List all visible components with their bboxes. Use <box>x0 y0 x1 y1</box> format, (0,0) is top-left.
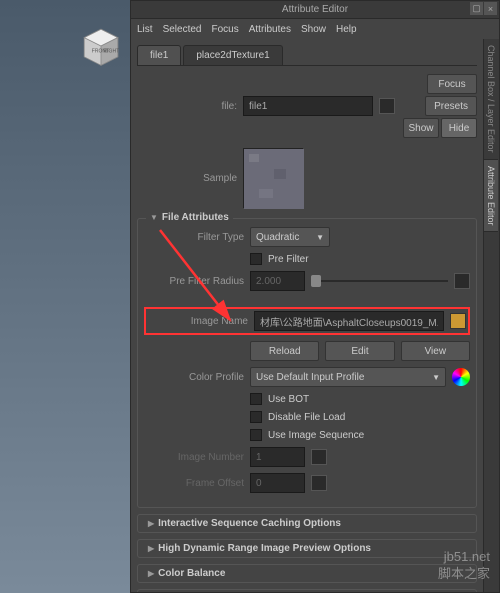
section-hdr[interactable]: High Dynamic Range Image Preview Options <box>137 539 477 558</box>
use-image-sequence-checkbox[interactable] <box>250 429 262 441</box>
reload-button[interactable]: Reload <box>250 341 319 361</box>
tab-place2dtexture1[interactable]: place2dTexture1 <box>183 45 282 65</box>
menu-show[interactable]: Show <box>301 24 326 35</box>
file-input[interactable] <box>243 96 373 116</box>
image-number-label: Image Number <box>144 452 244 463</box>
tab-file1[interactable]: file1 <box>137 45 181 65</box>
menu-selected[interactable]: Selected <box>163 24 202 35</box>
edit-button[interactable]: Edit <box>325 341 394 361</box>
window-title: Attribute Editor <box>282 4 348 15</box>
vtab-attribute-editor[interactable]: Attribute Editor <box>484 160 498 233</box>
sample-label: Sample <box>137 173 237 184</box>
pre-filter-label: Pre Filter <box>268 254 309 265</box>
window-undock-icon[interactable]: ▢ <box>470 2 483 15</box>
image-name-input[interactable] <box>254 311 444 331</box>
frame-offset-input <box>250 473 305 493</box>
node-tabs: file1 place2dTexture1 <box>137 45 477 66</box>
menu-list[interactable]: List <box>137 24 153 35</box>
menu-focus[interactable]: Focus <box>211 24 238 35</box>
use-bot-checkbox[interactable] <box>250 393 262 405</box>
hide-button[interactable]: Hide <box>441 118 477 138</box>
window-close-icon[interactable]: × <box>484 2 497 15</box>
color-wheel-icon[interactable] <box>452 368 470 386</box>
focus-button[interactable]: Focus <box>427 74 477 94</box>
pre-filter-radius-label: Pre Filter Radius <box>144 276 244 287</box>
section-iscaching[interactable]: Interactive Sequence Caching Options <box>137 514 477 533</box>
connection-icon[interactable] <box>311 449 327 465</box>
color-profile-label: Color Profile <box>144 372 244 383</box>
annotation-highlight: Image Name <box>144 307 470 335</box>
menu-bar: List Selected Focus Attributes Show Help <box>131 19 499 39</box>
presets-button[interactable]: Presets <box>425 96 477 116</box>
file-label: file: <box>137 101 237 112</box>
color-profile-select[interactable]: Use Default Input Profile▼ <box>250 367 446 387</box>
section-header-file-attributes[interactable]: File Attributes <box>146 212 233 223</box>
folder-browse-icon[interactable] <box>450 313 466 329</box>
side-tabs: Channel Box / Layer Editor Attribute Edi… <box>483 39 499 592</box>
filter-type-label: Filter Type <box>144 232 244 243</box>
pre-filter-radius-slider[interactable] <box>311 280 448 282</box>
filter-type-select[interactable]: Quadratic▼ <box>250 227 330 247</box>
view-button[interactable]: View <box>401 341 470 361</box>
file-node-icon[interactable] <box>379 98 395 114</box>
file-attributes-section: File Attributes Filter Type Quadratic▼ P… <box>137 218 477 508</box>
window-titlebar: Attribute Editor ▢ × <box>131 1 499 19</box>
image-number-input <box>250 447 305 467</box>
attribute-editor-panel: Attribute Editor ▢ × List Selected Focus… <box>130 0 500 593</box>
pre-filter-checkbox[interactable] <box>250 253 262 265</box>
vtab-channel-box[interactable]: Channel Box / Layer Editor <box>484 39 498 160</box>
frame-offset-label: Frame Offset <box>144 478 244 489</box>
main-content: file1 place2dTexture1 file: Focus Preset… <box>131 39 483 592</box>
svg-text:RIGHT: RIGHT <box>104 49 120 55</box>
menu-attributes[interactable]: Attributes <box>249 24 291 35</box>
pre-filter-radius-input <box>250 271 305 291</box>
show-button[interactable]: Show <box>403 118 439 138</box>
viewport-3d[interactable]: FRONT RIGHT <box>0 0 130 593</box>
sample-swatch[interactable] <box>243 148 303 208</box>
view-cube[interactable]: FRONT RIGHT <box>80 25 122 67</box>
menu-help[interactable]: Help <box>336 24 357 35</box>
connection-icon[interactable] <box>454 273 470 289</box>
section-color-balance[interactable]: Color Balance <box>137 564 477 583</box>
image-name-label: Image Name <box>148 316 248 327</box>
section-effects[interactable]: Effects <box>137 589 477 592</box>
disable-file-load-checkbox[interactable] <box>250 411 262 423</box>
connection-icon[interactable] <box>311 475 327 491</box>
